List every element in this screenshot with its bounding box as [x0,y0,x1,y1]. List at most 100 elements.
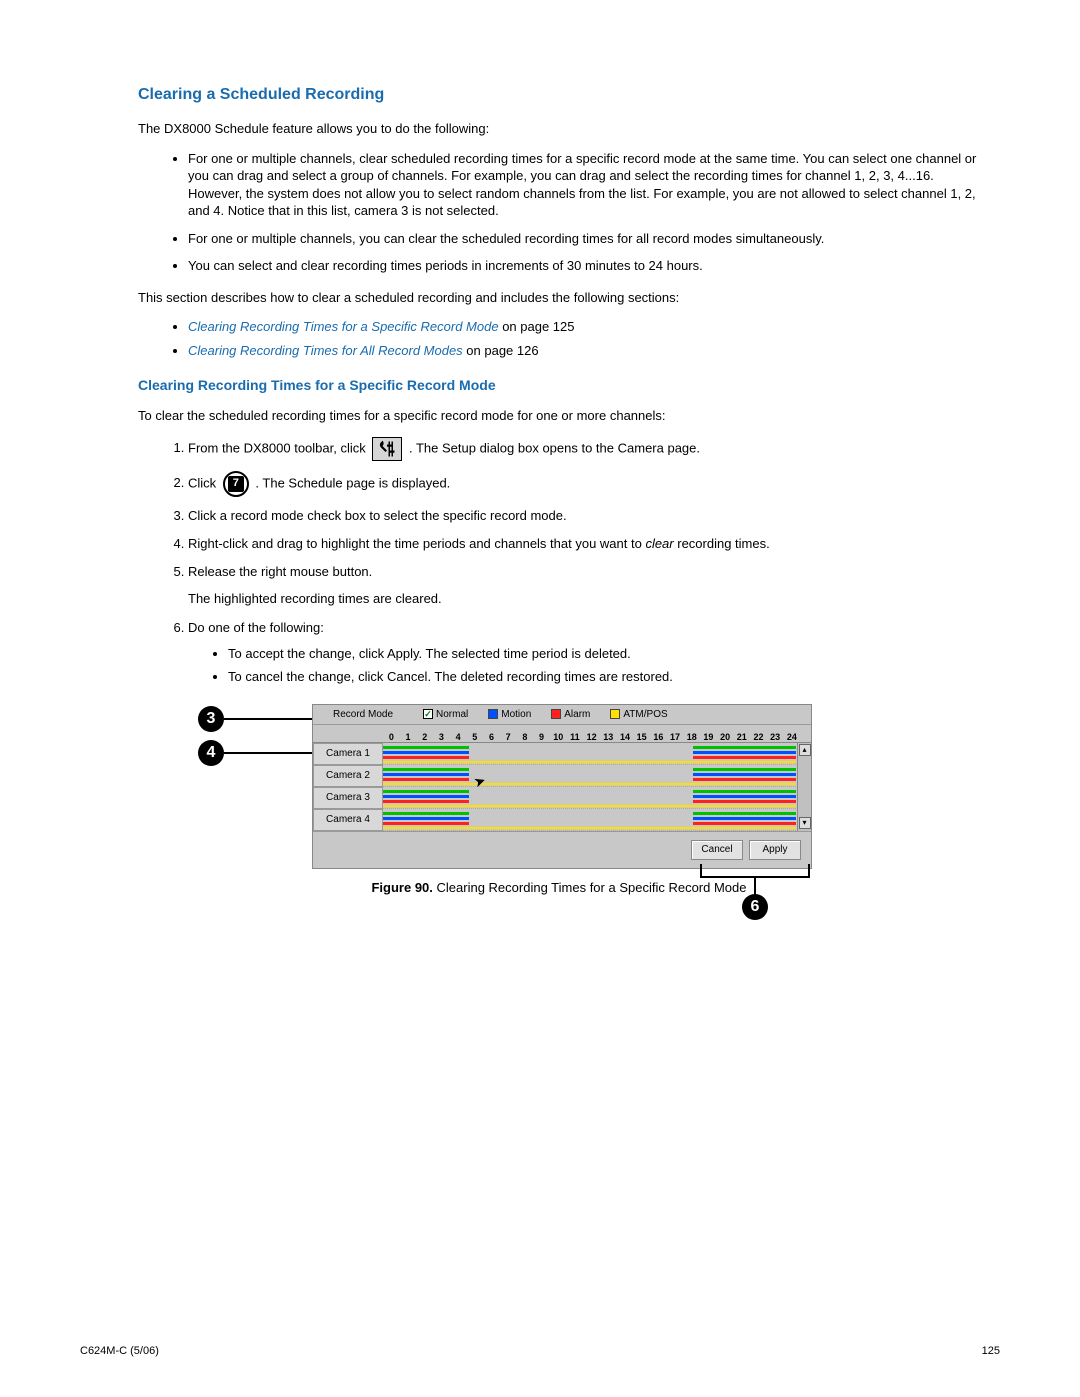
hour-tick: 16 [650,732,667,742]
swatch-icon [551,709,561,719]
hour-tick: 12 [583,732,600,742]
figure-title: Clearing Recording Times for a Specific … [433,880,747,895]
setup-toolbar-icon[interactable] [372,437,402,461]
cleared-region [469,743,693,760]
hour-tick: 21 [733,732,750,742]
mode-label: Motion [501,709,531,720]
hour-tick: 7 [500,732,517,742]
sub-item: To cancel the change, click Cancel. The … [228,668,980,686]
schedule-panel: Record Mode Normal Motion Alarm ATM/POS … [312,704,812,869]
hour-ruler: 0 1 2 3 4 5 6 7 8 9 10 11 12 13 14 15 16… [313,725,811,743]
hour-tick: 20 [717,732,734,742]
camera-label[interactable]: Camera 4 [313,809,383,831]
camera-row[interactable] [383,787,796,809]
bullet-item: For one or multiple channels, you can cl… [188,230,980,248]
button-row: Cancel Apply [313,831,811,868]
hour-tick: 11 [567,732,584,742]
calendar-icon: 7 [228,476,244,492]
callout-3: 3 [198,706,224,732]
checkbox-icon[interactable] [423,709,433,719]
mode-label: ATM/POS [623,709,667,720]
callout-4: 4 [198,740,224,766]
callout-6: 6 [742,894,768,920]
figure-caption: Figure 90. Clearing Recording Times for … [138,879,980,897]
schedule-nav-icon[interactable]: 7 [223,471,249,497]
mode-motion[interactable]: Motion [488,709,531,720]
camera-label-column: Camera 1 Camera 2 Camera 3 Camera 4 [313,743,383,831]
step-item: Click 7 . The Schedule page is displayed… [188,471,980,497]
feature-bullets: For one or multiple channels, clear sche… [138,150,980,275]
scroll-up-icon[interactable]: ▴ [799,744,811,756]
hour-tick: 8 [517,732,534,742]
mode-normal[interactable]: Normal [423,709,468,720]
hour-tick: 3 [433,732,450,742]
step-text: . The Schedule page is displayed. [255,475,450,490]
section-links: Clearing Recording Times for a Specific … [138,318,980,359]
subsection-heading: Clearing Recording Times for a Specific … [138,377,980,393]
hour-tick: 19 [700,732,717,742]
hour-tick: 15 [633,732,650,742]
step-text: Do one of the following: [188,620,324,635]
hour-tick: 17 [667,732,684,742]
step-emphasis: clear [645,536,673,551]
camera-label[interactable]: Camera 2 [313,765,383,787]
section-heading: Clearing a Scheduled Recording [138,86,980,104]
step-item: Release the right mouse button. The high… [188,563,980,607]
vertical-scrollbar[interactable]: ▴ ▾ [797,743,811,831]
camera-label[interactable]: Camera 1 [313,743,383,765]
camera-row[interactable]: ➤ [383,765,796,787]
step-text: Right-click and drag to highlight the ti… [188,536,645,551]
xref-link[interactable]: Clearing Recording Times for a Specific … [188,319,499,334]
hour-tick: 18 [683,732,700,742]
link-item: Clearing Recording Times for All Record … [188,342,980,360]
swatch-icon [488,709,498,719]
scroll-down-icon[interactable]: ▾ [799,817,811,829]
atmpos-bar [383,827,796,829]
hour-tick: 22 [750,732,767,742]
hour-tick: 2 [416,732,433,742]
link-item: Clearing Recording Times for a Specific … [188,318,980,336]
cleared-region [469,787,693,804]
page-ref: on page 125 [499,319,575,334]
step-text: Release the right mouse button. [188,564,372,579]
page-footer: C624M-C (5/06) 125 [80,1345,1000,1357]
sub-item: To accept the change, click Apply. The s… [228,645,980,663]
step-sublist: To accept the change, click Apply. The s… [188,645,980,685]
step-item: Right-click and drag to highlight the ti… [188,535,980,553]
cleared-region [469,809,693,826]
bullet-item: For one or multiple channels, clear sche… [188,150,980,220]
hour-tick: 1 [400,732,417,742]
step-text: From the DX8000 toolbar, click [188,440,369,455]
xref-link[interactable]: Clearing Recording Times for All Record … [188,343,463,358]
swatch-icon [610,709,620,719]
hour-tick: 5 [466,732,483,742]
section-intro: The DX8000 Schedule feature allows you t… [138,120,980,138]
page-number: 125 [982,1345,1000,1357]
camera-row[interactable] [383,809,796,831]
hour-tick: 13 [600,732,617,742]
hour-tick: 10 [550,732,567,742]
step-text: . The Setup dialog box opens to the Came… [409,440,700,455]
apply-button[interactable]: Apply [749,840,801,860]
hour-tick: 9 [533,732,550,742]
figure-number: Figure 90. [371,880,432,895]
hour-tick: 6 [483,732,500,742]
mode-label: Normal [436,709,468,720]
mode-atmpos[interactable]: ATM/POS [610,709,667,720]
cleared-region [469,765,693,782]
schedule-grid[interactable]: Camera 1 Camera 2 Camera 3 Camera 4 [313,743,811,831]
atmpos-bar [383,805,796,807]
camera-label[interactable]: Camera 3 [313,787,383,809]
hour-tick: 24 [784,732,801,742]
procedure-steps: From the DX8000 toolbar, click . The Set… [138,437,980,686]
mode-alarm[interactable]: Alarm [551,709,590,720]
step-text: Click [188,475,220,490]
transition-text: This section describes how to clear a sc… [138,289,980,307]
cancel-button[interactable]: Cancel [691,840,743,860]
atmpos-bar [383,783,796,785]
step-item: From the DX8000 toolbar, click . The Set… [188,437,980,461]
camera-row[interactable] [383,743,796,765]
bullet-item: You can select and clear recording times… [188,257,980,275]
timeline-column[interactable]: ➤ ▴ ▾ [383,743,811,831]
step-item: Click a record mode check box to select … [188,507,980,525]
